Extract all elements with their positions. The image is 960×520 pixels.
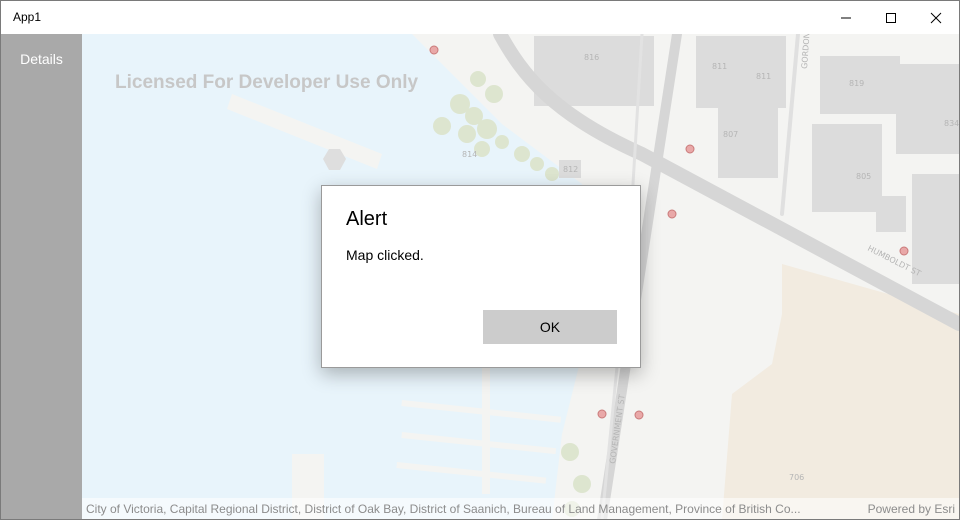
label-b811a: 811 <box>712 62 727 71</box>
attribution-bar: City of Victoria, Capital Regional Distr… <box>82 498 959 519</box>
poi-marker <box>667 209 677 219</box>
app-window: App1 Details 816 814 812 811 811 807 819… <box>0 0 960 520</box>
maximize-button[interactable] <box>868 1 914 34</box>
details-button[interactable]: Details <box>1 51 82 67</box>
poi-marker <box>429 45 439 55</box>
poi-marker <box>685 144 695 154</box>
label-b819: 819 <box>849 79 864 88</box>
minimize-button[interactable] <box>823 1 869 34</box>
alert-dialog: Alert Map clicked. OK <box>321 185 641 368</box>
attribution-text[interactable]: City of Victoria, Capital Regional Distr… <box>86 502 854 516</box>
close-button[interactable] <box>913 1 959 34</box>
label-b811b: 811 <box>756 72 771 81</box>
label-street-gordon: GORDON <box>800 34 812 69</box>
ok-button[interactable]: OK <box>483 310 617 344</box>
label-b807: 807 <box>723 130 738 139</box>
window-title: App1 <box>13 10 42 24</box>
label-b706: 706 <box>789 473 804 482</box>
powered-by-text: Powered by Esri <box>867 502 955 516</box>
label-b816: 816 <box>584 53 599 62</box>
dialog-message: Map clicked. <box>346 247 424 263</box>
minimize-icon <box>841 17 851 18</box>
poi-marker <box>899 246 909 256</box>
side-pane: Details <box>1 34 82 519</box>
poi-marker <box>634 410 644 420</box>
label-b814: 814 <box>462 150 477 159</box>
label-b834: 834 <box>944 119 959 128</box>
dialog-title: Alert <box>346 208 388 230</box>
close-icon <box>930 12 942 23</box>
license-watermark: Licensed For Developer Use Only <box>115 72 419 93</box>
maximize-icon <box>886 12 896 23</box>
poi-marker <box>597 409 607 419</box>
label-b805: 805 <box>856 172 871 181</box>
title-bar[interactable]: App1 <box>1 1 959 34</box>
label-b812: 812 <box>563 165 578 174</box>
